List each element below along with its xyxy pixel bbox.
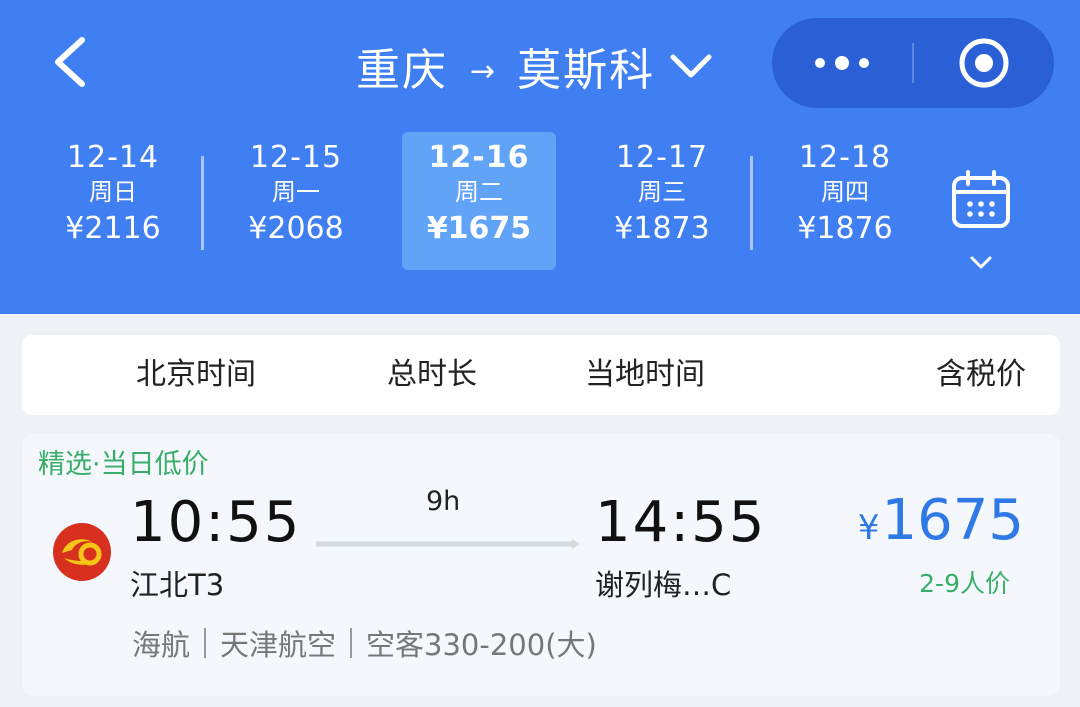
- weekday-label: 周日: [89, 178, 137, 206]
- date-label: 12-18: [798, 140, 892, 175]
- mini-program-capsule: [772, 18, 1054, 108]
- origin-city: 重庆: [356, 45, 448, 96]
- chevron-down-icon: [970, 256, 992, 269]
- sort-tabs: 北京时间 总时长 当地时间 含税价: [22, 335, 1060, 415]
- date-option[interactable]: 12-17 周三 ¥1873: [585, 132, 739, 270]
- date-price: ¥1675: [426, 211, 532, 246]
- date-option[interactable]: 12-15 周一 ¥2068: [219, 132, 373, 270]
- weekday-label: 周三: [638, 178, 686, 206]
- tab-duration[interactable]: 总时长: [387, 335, 477, 415]
- date-price: ¥2116: [65, 211, 161, 246]
- recommendation-tag: 精选·当日低价: [38, 449, 209, 480]
- date-strip: 12-14 周日 ¥2116 12-15 周一 ¥2068 12-16 周二 ¥…: [20, 132, 900, 270]
- date-label: 12-17: [615, 140, 709, 175]
- flight-card[interactable]: 精选·当日低价 10:55 江北T3 9h 14:55 谢列梅…C ¥ 1675…: [22, 434, 1060, 696]
- departure-airport: 江北T3: [130, 568, 225, 602]
- flight-price: ¥ 1675: [858, 488, 1024, 553]
- route-selector[interactable]: 重庆 → 莫斯科: [356, 34, 713, 98]
- date-divider: [750, 156, 753, 250]
- more-button[interactable]: [772, 18, 912, 108]
- date-option[interactable]: 12-14 周日 ¥2116: [36, 132, 190, 270]
- flight-info: 海航 天津航空 空客330-200(大): [132, 622, 597, 664]
- date-label: 12-16: [428, 140, 530, 175]
- weekday-label: 周四: [821, 178, 869, 206]
- tab-beijing-time[interactable]: 北京时间: [136, 335, 256, 415]
- operating-airline: 天津航空: [220, 628, 337, 662]
- date-label: 12-15: [249, 140, 343, 175]
- destination-city: 莫斯科: [517, 45, 656, 96]
- date-divider: [201, 156, 204, 250]
- tab-local-time[interactable]: 当地时间: [585, 335, 705, 415]
- arrival-airport: 谢列梅…C: [595, 568, 732, 602]
- calendar-icon: [952, 170, 1010, 228]
- flight-duration: 9h: [426, 486, 461, 517]
- departure-time: 10:55: [130, 490, 302, 555]
- weekday-label: 周二: [455, 178, 503, 206]
- duration-arrow: [316, 539, 580, 549]
- chevron-down-icon: [669, 51, 713, 81]
- calendar-button[interactable]: [940, 168, 1024, 280]
- date-label: 12-14: [66, 140, 160, 175]
- date-option[interactable]: 12-18 周四 ¥1876: [768, 132, 922, 270]
- aircraft-type: 空客330-200(大): [366, 628, 597, 662]
- more-dots-icon: [815, 56, 869, 70]
- airline-name: 海航: [132, 628, 191, 662]
- info-divider: [204, 628, 207, 658]
- weekday-label: 周一: [272, 178, 320, 206]
- hainan-airlines-logo: [53, 523, 111, 581]
- route-arrow: →: [470, 53, 496, 89]
- date-price: ¥1873: [614, 211, 710, 246]
- header-bar: 重庆 → 莫斯科 12-14 周日 ¥2116 12-15 周一 ¥2068 1…: [0, 0, 1080, 314]
- back-button[interactable]: [44, 30, 104, 94]
- price-amount: 1675: [881, 488, 1024, 553]
- arrival-time: 14:55: [595, 490, 767, 555]
- tab-price-incl-tax[interactable]: 含税价: [936, 335, 1026, 415]
- back-arrow-icon: [55, 37, 85, 87]
- date-option-selected[interactable]: 12-16 周二 ¥1675: [402, 132, 556, 270]
- target-icon: [959, 38, 1009, 88]
- price-note: 2-9人价: [919, 569, 1010, 598]
- date-price: ¥1876: [797, 211, 893, 246]
- info-divider: [350, 628, 353, 658]
- currency-symbol: ¥: [857, 508, 880, 548]
- close-mini-program-button[interactable]: [914, 18, 1054, 108]
- date-price: ¥2068: [248, 211, 344, 246]
